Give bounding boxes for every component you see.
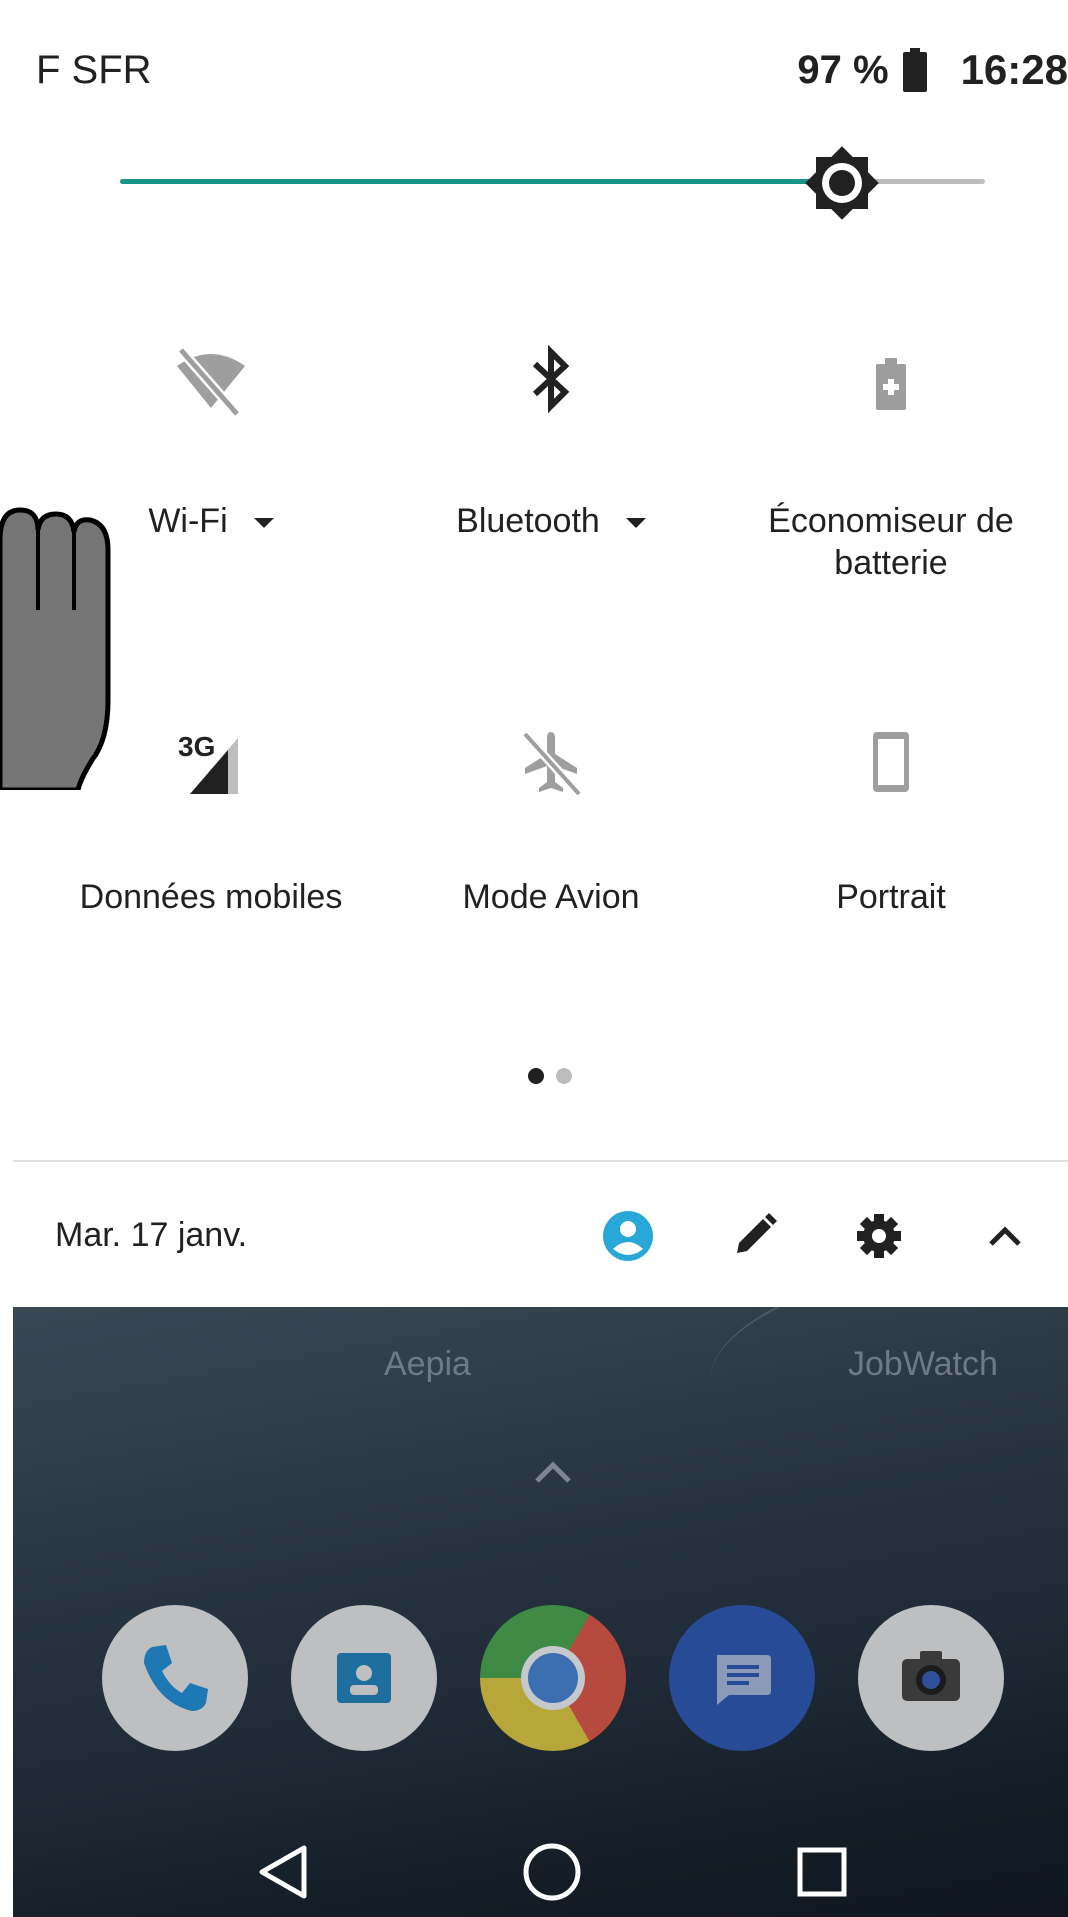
bluetooth-icon (511, 340, 591, 425)
page-dot-active (528, 1068, 544, 1084)
folder-label-aepia[interactable]: Aepia (384, 1345, 471, 1384)
recents-button[interactable] (777, 1827, 867, 1917)
tile-portrait[interactable]: Portrait (721, 722, 1061, 922)
back-icon (259, 1845, 307, 1899)
contacts-app-icon[interactable] (291, 1605, 437, 1751)
status-indicators: 97 % 16:28 (797, 46, 1068, 94)
tile-mobile-data-label: Données mobiles (79, 878, 343, 916)
phone-app-icon[interactable] (102, 1605, 248, 1751)
tile-battery-saver[interactable]: Économiseur de batterie (721, 340, 1061, 600)
mobile-data-badge: 3G (178, 731, 215, 762)
battery-saver-icon (851, 340, 931, 425)
home-icon (523, 1843, 581, 1901)
bluetooth-dropdown-icon[interactable] (625, 518, 646, 529)
tile-wifi-label: Wi-Fi (148, 502, 228, 540)
tile-airplane-mode[interactable]: Mode Avion (381, 722, 721, 922)
settings-button[interactable] (843, 1200, 915, 1272)
quick-settings-footer: Mar. 17 janv. (0, 1170, 1068, 1308)
tile-bluetooth-label: Bluetooth (456, 502, 600, 540)
tile-airplane-mode-label: Mode Avion (462, 878, 640, 916)
date: Mar. 17 janv. (55, 1216, 248, 1254)
navigation-bar (13, 1827, 1068, 1917)
home-button[interactable] (507, 1827, 597, 1917)
mobile-data-3g-icon: 3G (166, 722, 256, 807)
battery-icon (902, 48, 927, 92)
back-button[interactable] (237, 1827, 327, 1917)
messages-app-icon[interactable] (669, 1605, 815, 1751)
divider (13, 1160, 1068, 1162)
recents-icon (797, 1847, 847, 1897)
collapse-icon (989, 1226, 1021, 1246)
page-dot (556, 1068, 572, 1084)
status-bar: F SFR 97 % 16:28 (0, 0, 1068, 140)
edit-button[interactable] (718, 1200, 790, 1272)
battery-percentage: 97 % (797, 47, 889, 92)
user-button[interactable] (592, 1200, 664, 1272)
portrait-icon (851, 722, 931, 807)
user-icon (603, 1211, 653, 1261)
brightness-thumb[interactable] (797, 138, 887, 228)
carrier-name: F SFR (36, 48, 152, 92)
brightness-icon (805, 146, 880, 220)
tile-portrait-label: Portrait (836, 878, 946, 916)
tile-bluetooth[interactable]: Bluetooth (381, 340, 721, 600)
page-indicator (528, 1068, 572, 1084)
collapse-button[interactable] (969, 1200, 1041, 1272)
airplane-mode-off-icon (511, 722, 591, 807)
chrome-app-icon[interactable] (480, 1605, 626, 1751)
app-drawer-chevron-icon[interactable] (531, 1457, 575, 1492)
folder-label-jobwatch[interactable]: JobWatch (848, 1345, 998, 1384)
brightness-slider[interactable] (120, 146, 985, 220)
dock (13, 1605, 1068, 1755)
clock: 16:28 (960, 46, 1068, 93)
brightness-fill (120, 179, 843, 184)
tile-battery-saver-label-line1: Économiseur de (768, 502, 1014, 540)
camera-app-icon[interactable] (858, 1605, 1004, 1751)
wallpaper-swirl (697, 1307, 1068, 1476)
wifi-off-icon (171, 340, 251, 425)
edit-icon (737, 1213, 777, 1253)
home-screen: Aepia JobWatch (13, 1307, 1068, 1917)
touch-gesture-hand-icon (0, 500, 120, 793)
tile-battery-saver-label-line2: batterie (834, 544, 948, 582)
settings-icon (857, 1214, 901, 1258)
wifi-dropdown-icon[interactable] (253, 518, 274, 529)
